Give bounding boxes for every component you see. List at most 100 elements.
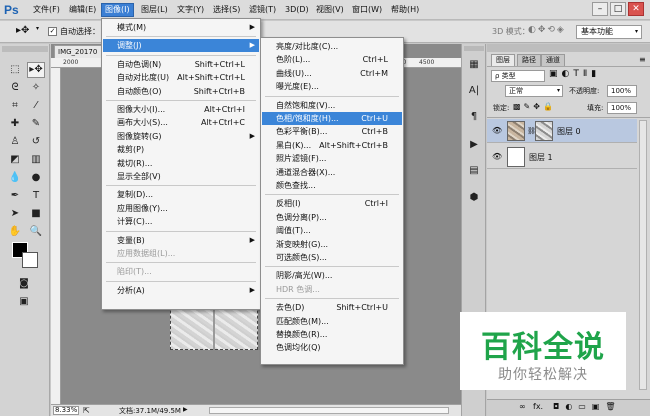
zoom-tool-icon[interactable]: 🔍 <box>27 224 45 240</box>
path-selection-icon[interactable]: ➤ <box>6 206 24 222</box>
horizontal-scrollbar[interactable] <box>209 407 449 414</box>
dock-grip[interactable] <box>464 46 484 51</box>
background-color-swatch[interactable] <box>22 252 38 268</box>
tool-preset-chevron-icon[interactable]: ▾ <box>36 25 39 32</box>
menu-help[interactable]: 帮助(H) <box>388 3 422 17</box>
status-menu-arrow-icon[interactable]: ▶ <box>183 406 188 413</box>
adjust-menu-item[interactable]: 曝光度(E)... <box>262 80 402 93</box>
tab-channels[interactable]: 通道 <box>541 54 565 66</box>
eyedropper-icon[interactable]: ⁄ <box>27 98 45 114</box>
layer-filter-icons[interactable]: ▣◐TⅡ▮ <box>549 69 600 79</box>
workspace-select[interactable]: 基本功能 ▾ <box>576 25 642 39</box>
3d-panel-icon[interactable]: ⬢ <box>466 189 482 207</box>
menu-view[interactable]: 视图(V) <box>313 3 347 17</box>
image-menu-item[interactable]: 自动颜色(O) Shift+Ctrl+B <box>103 85 259 98</box>
actions-panel-icon[interactable]: ▶ <box>466 136 482 154</box>
image-menu-item[interactable]: 图像旋转(G) ▶ <box>103 130 259 143</box>
adjust-menu-item[interactable]: 反相(I) Ctrl+I <box>262 197 402 210</box>
image-menu-item[interactable]: 复制(D)... <box>103 188 259 201</box>
image-menu-item[interactable]: 自动色调(N) Shift+Ctrl+L <box>103 58 259 71</box>
adjust-menu-item[interactable]: 照片滤镜(F)... <box>262 152 402 165</box>
image-menu-item[interactable]: 分析(A) ▶ <box>103 284 259 297</box>
screen-mode-icon[interactable]: ▣ <box>15 294 33 310</box>
panel-menu-icon[interactable]: ≡ <box>639 55 646 64</box>
menu-type[interactable]: 文字(Y) <box>174 3 207 17</box>
gradient-tool-icon[interactable]: ▥ <box>27 152 45 168</box>
menu-select[interactable]: 选择(S) <box>210 3 243 17</box>
toolbox-grip[interactable] <box>2 46 48 52</box>
menu-edit[interactable]: 编辑(E) <box>66 3 99 17</box>
menu-3d[interactable]: 3D(D) <box>282 3 312 17</box>
layer-row-1[interactable]: 👁 图层 1 <box>487 145 637 169</box>
adjust-menu-item[interactable]: 去色(D) Shift+Ctrl+U <box>262 301 402 314</box>
panel-grip[interactable] <box>487 44 650 52</box>
image-menu-item[interactable]: 计算(C)... <box>103 215 259 228</box>
maximize-button[interactable]: □ <box>610 2 626 16</box>
blur-tool-icon[interactable]: 💧 <box>6 170 24 186</box>
history-panel-icon[interactable]: ▦ <box>466 56 482 74</box>
adjust-menu-item[interactable]: 通道混合器(X)... <box>262 166 402 179</box>
image-menu-item[interactable]: 应用图像(Y)... <box>103 202 259 215</box>
image-menu-item[interactable]: 调整(J) ▶ <box>103 39 259 53</box>
menu-layer[interactable]: 图层(L) <box>138 3 171 17</box>
marquee-tool-icon[interactable]: ⬚ <box>6 62 24 78</box>
magic-wand-icon[interactable]: ✧ <box>27 80 45 96</box>
eye-icon[interactable]: 👁 <box>492 152 502 162</box>
image-menu-item[interactable]: 图像大小(I)... Alt+Ctrl+I <box>103 103 259 116</box>
image-menu-item[interactable]: 自动对比度(U) Alt+Shift+Ctrl+L <box>103 71 259 84</box>
blend-mode-select[interactable]: 正常 ▾ <box>505 85 563 97</box>
minimize-button[interactable]: – <box>592 2 608 16</box>
lock-icons[interactable]: ▩✎✥🔒 <box>513 102 556 111</box>
image-menu-item[interactable]: 显示全部(V) <box>103 170 259 183</box>
layer-filter-select[interactable]: ρ 类型 <box>491 70 545 82</box>
adjust-menu-item[interactable]: 阴影/高光(W)... <box>262 269 402 282</box>
fill-input[interactable]: 100% <box>607 102 637 114</box>
move-tool-icon[interactable]: ▸✥ <box>27 62 45 78</box>
eraser-tool-icon[interactable]: ◩ <box>6 152 24 168</box>
adjust-menu-item[interactable]: 可选颜色(S)... <box>262 251 402 264</box>
image-menu-item[interactable]: 变量(B) ▶ <box>103 234 259 247</box>
adjust-menu-item[interactable]: 亮度/对比度(C)... <box>262 40 402 53</box>
3d-mode-icons[interactable]: ◐✥⟲◈ <box>528 25 566 35</box>
brush-tool-icon[interactable]: ✎ <box>27 116 45 132</box>
adjust-menu-item[interactable]: 色相/饱和度(H)... Ctrl+U <box>262 112 402 125</box>
lasso-tool-icon[interactable]: ᘓ <box>6 80 24 96</box>
quick-mask-icon[interactable]: ◙ <box>15 276 33 292</box>
adjust-menu-item[interactable]: 匹配颜色(M)... <box>262 315 402 328</box>
properties-panel-icon[interactable]: ▤ <box>466 162 482 180</box>
menu-file[interactable]: 文件(F) <box>30 3 63 17</box>
adjust-menu-item[interactable]: 色调均化(Q) <box>262 341 402 354</box>
image-menu-item[interactable]: 裁剪(P) <box>103 143 259 156</box>
layer-name[interactable]: 图层 0 <box>557 126 581 137</box>
adjust-menu-item[interactable]: 色彩平衡(B)... Ctrl+B <box>262 125 402 138</box>
adjust-menu-item[interactable]: 替换颜色(R)... <box>262 328 402 341</box>
tab-layers[interactable]: 图层 <box>491 54 515 66</box>
layer-style-icon[interactable]: fx. <box>533 402 543 411</box>
history-brush-icon[interactable]: ↺ <box>27 134 45 150</box>
layer-name[interactable]: 图层 1 <box>529 152 553 163</box>
menu-filter[interactable]: 滤镜(T) <box>246 3 279 17</box>
layer-row-0[interactable]: 👁 ⛓ 图层 0 <box>487 119 637 143</box>
opacity-input[interactable]: 100% <box>607 85 637 97</box>
adjust-menu-item[interactable]: 色阶(L)... Ctrl+L <box>262 53 402 66</box>
crop-tool-icon[interactable]: ⌗ <box>6 98 24 114</box>
zoom-level[interactable]: 8.33% <box>53 406 79 415</box>
dodge-tool-icon[interactable]: ● <box>27 170 45 186</box>
layer-footer-icons[interactable]: ◘◐▭▣🗑 <box>553 402 622 411</box>
image-menu-item[interactable]: 画布大小(S)... Alt+Ctrl+C <box>103 116 259 129</box>
export-icon[interactable]: ⇱ <box>83 406 90 415</box>
menu-window[interactable]: 窗口(W) <box>349 3 385 17</box>
image-menu-item[interactable]: 裁切(R)... <box>103 157 259 170</box>
eye-icon[interactable]: 👁 <box>492 126 502 136</box>
adjust-menu-item[interactable]: 阈值(T)... <box>262 224 402 237</box>
character-panel-icon[interactable]: A| <box>466 82 482 100</box>
paragraph-panel-icon[interactable]: ¶ <box>466 108 482 126</box>
pen-tool-icon[interactable]: ✒ <box>6 188 24 204</box>
move-tool-icon[interactable]: ▸✥ <box>16 25 29 36</box>
hand-tool-icon[interactable]: ✋ <box>6 224 24 240</box>
healing-brush-icon[interactable]: ✚ <box>6 116 24 132</box>
adjust-menu-item[interactable]: 色调分离(P)... <box>262 211 402 224</box>
adjust-menu-item[interactable]: 曲线(U)... Ctrl+M <box>262 67 402 80</box>
type-tool-icon[interactable]: T <box>27 188 45 204</box>
auto-select-checkbox[interactable]: ✓ <box>48 27 57 36</box>
